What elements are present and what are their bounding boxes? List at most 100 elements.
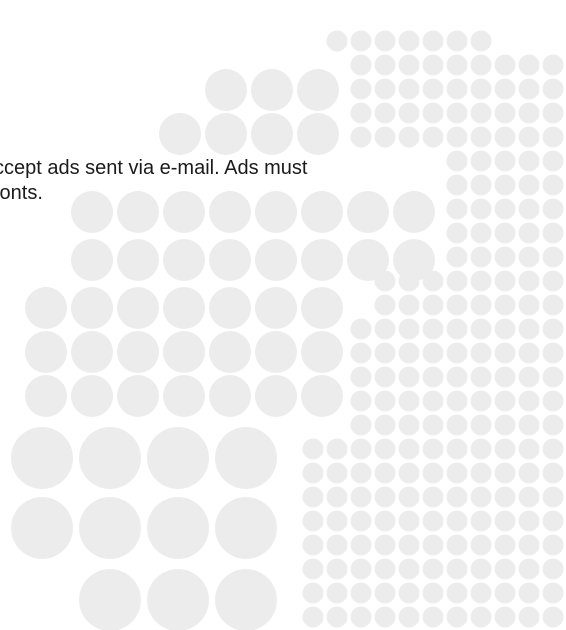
- pattern-dot: [446, 390, 468, 412]
- pattern-dot: [518, 294, 540, 316]
- pattern-dot: [470, 318, 492, 340]
- pattern-dot: [350, 366, 372, 388]
- pattern-dot: [163, 287, 205, 329]
- pattern-dot: [302, 606, 324, 628]
- pattern-dot: [71, 331, 113, 373]
- pattern-dot: [470, 174, 492, 196]
- pattern-dot: [255, 287, 297, 329]
- pattern-dot: [251, 69, 293, 111]
- pattern-dot: [209, 287, 251, 329]
- pattern-dot: [374, 78, 396, 100]
- pattern-dot: [350, 342, 372, 364]
- pattern-dot: [470, 414, 492, 436]
- document-page: ccept ads sent via e-mail. Ads must font…: [0, 0, 566, 630]
- pattern-dot: [518, 150, 540, 172]
- pattern-dot: [398, 294, 420, 316]
- pattern-dot: [446, 534, 468, 556]
- pattern-dot: [542, 102, 564, 124]
- pattern-dot: [79, 497, 141, 559]
- pattern-dot: [446, 462, 468, 484]
- pattern-dot: [518, 558, 540, 580]
- pattern-dot: [542, 150, 564, 172]
- pattern-dot: [446, 174, 468, 196]
- pattern-dot: [542, 510, 564, 532]
- pattern-dot: [518, 462, 540, 484]
- pattern-dot: [494, 342, 516, 364]
- pattern-dot: [209, 239, 251, 281]
- pattern-dot: [446, 126, 468, 148]
- pattern-dot: [374, 510, 396, 532]
- halftone-dot-pattern: [11, 30, 564, 630]
- pattern-dot: [147, 497, 209, 559]
- pattern-dot: [297, 113, 339, 155]
- pattern-dot: [347, 191, 389, 233]
- pattern-dot: [518, 390, 540, 412]
- pattern-dot: [470, 126, 492, 148]
- pattern-dot: [542, 462, 564, 484]
- pattern-dot: [542, 198, 564, 220]
- pattern-dot: [205, 69, 247, 111]
- pattern-dot: [470, 606, 492, 628]
- pattern-dot: [518, 198, 540, 220]
- pattern-dot: [301, 287, 343, 329]
- pattern-dot: [494, 126, 516, 148]
- pattern-dot: [446, 198, 468, 220]
- pattern-dot: [446, 246, 468, 268]
- pattern-dot: [518, 246, 540, 268]
- pattern-dot: [302, 462, 324, 484]
- pattern-dot: [209, 331, 251, 373]
- pattern-dot: [518, 174, 540, 196]
- pattern-dot: [255, 239, 297, 281]
- pattern-dot: [470, 78, 492, 100]
- body-text-line-1: ccept ads sent via e-mail. Ads must: [0, 157, 308, 179]
- pattern-dot: [326, 582, 348, 604]
- pattern-dot: [350, 318, 372, 340]
- pattern-dot: [542, 342, 564, 364]
- pattern-dot: [163, 375, 205, 417]
- pattern-dot: [422, 366, 444, 388]
- pattern-dot: [494, 462, 516, 484]
- pattern-dot: [350, 102, 372, 124]
- pattern-dot: [470, 102, 492, 124]
- pattern-dot: [159, 113, 201, 155]
- pattern-dot: [326, 510, 348, 532]
- pattern-dot: [398, 486, 420, 508]
- pattern-dot: [518, 270, 540, 292]
- pattern-dot: [398, 366, 420, 388]
- pattern-dot: [374, 558, 396, 580]
- pattern-dot: [398, 54, 420, 76]
- pattern-dot: [25, 375, 67, 417]
- pattern-dot: [422, 462, 444, 484]
- pattern-dot: [302, 486, 324, 508]
- pattern-dot: [542, 606, 564, 628]
- pattern-dot: [518, 126, 540, 148]
- pattern-dot: [446, 270, 468, 292]
- pattern-dot: [326, 462, 348, 484]
- pattern-dot: [422, 438, 444, 460]
- pattern-dot: [350, 462, 372, 484]
- pattern-dot: [350, 558, 372, 580]
- pattern-dot: [374, 54, 396, 76]
- pattern-dot: [79, 427, 141, 489]
- pattern-dot: [518, 222, 540, 244]
- pattern-dot: [470, 150, 492, 172]
- pattern-dot: [302, 438, 324, 460]
- pattern-dot: [446, 414, 468, 436]
- pattern-dot: [398, 390, 420, 412]
- pattern-dot: [374, 318, 396, 340]
- pattern-dot: [422, 78, 444, 100]
- pattern-dot: [301, 239, 343, 281]
- pattern-dot: [209, 375, 251, 417]
- pattern-dot: [446, 294, 468, 316]
- pattern-dot: [542, 558, 564, 580]
- pattern-dot: [117, 331, 159, 373]
- pattern-dot: [215, 427, 277, 489]
- pattern-dot: [494, 78, 516, 100]
- pattern-dot: [470, 390, 492, 412]
- pattern-dot: [422, 102, 444, 124]
- pattern-dot: [374, 534, 396, 556]
- pattern-dot: [470, 366, 492, 388]
- pattern-dot: [374, 294, 396, 316]
- pattern-dot: [446, 30, 468, 52]
- pattern-dot: [494, 366, 516, 388]
